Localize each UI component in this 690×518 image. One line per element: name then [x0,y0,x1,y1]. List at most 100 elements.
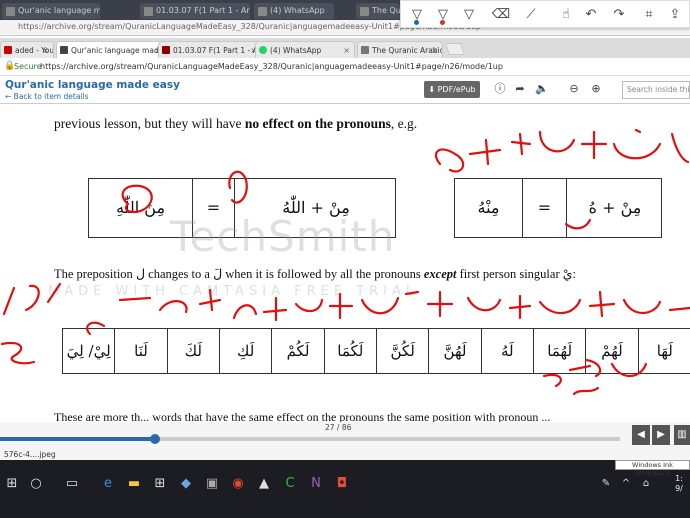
ink-stroke [538,290,616,318]
ink-stroke [580,130,608,160]
virtualbox-icon[interactable]: ◆ [176,474,196,494]
read-aloud-icon[interactable]: 🔈 [534,81,550,97]
page-slider-fill [0,437,155,441]
edge-icon[interactable]: e [98,474,118,494]
address-bar[interactable]: 🔒 Secure https://archive.org/stream/Qura… [0,58,690,76]
touch-writing-icon[interactable]: ☝ [556,6,576,24]
crop-icon[interactable]: ⌗ [639,6,659,24]
archive-icon [60,46,68,54]
page-slider[interactable] [0,434,620,444]
ink-stroke [232,296,288,322]
ink-stroke [538,130,576,153]
undo-icon[interactable]: ↶ [581,6,601,24]
tab-quranic-corpus[interactable]: The Quranic Arabic Corp...× [357,41,443,58]
tab-favicon-icon [258,7,267,16]
tab-favicon-icon [144,7,153,16]
ink-stroke [468,138,502,166]
tab-label: Qur'anic language made... [71,46,166,55]
previous-page-button[interactable]: ◀ [632,425,650,445]
share-icon[interactable]: ⇪ [665,6,685,24]
camtasia-recorder-icon[interactable]: ◘ [332,474,352,494]
zoom-in-icon[interactable]: ⊕ [588,81,604,97]
download-icon: ⬇ [428,85,438,94]
background-tab[interactable]: (4) WhatsApp [254,3,334,19]
ink-circle [121,184,153,214]
secure-label: Secure [14,62,42,71]
ink-stroke [572,386,600,396]
back-to-item-link[interactable]: ← Back to item details [5,92,89,101]
task-view-icon[interactable]: ▭ [62,474,82,494]
tab-label: The Quranic... [372,6,400,15]
tab-youtube[interactable]: aded - YouTu× [0,41,54,58]
whatsapp-icon [259,46,267,54]
ink-stroke [118,288,222,314]
ink-stroke [612,128,662,160]
background-tab[interactable]: 01.03.07 F(1 Part 1 - Arab... [140,3,250,19]
url-text[interactable]: https://archive.org/stream/QuranicLangua… [40,62,503,71]
ink-stroke [622,298,690,315]
close-icon[interactable]: × [343,42,350,58]
ink-stroke [466,294,532,320]
redo-icon[interactable]: ↷ [609,6,629,24]
background-tab[interactable]: The Quranic... [356,3,400,19]
next-page-button[interactable]: ▶ [652,425,670,445]
windows-start-icon[interactable]: ⊞ [2,474,22,494]
browser-tab-strip: aded - YouTu× Qur'anic language made...×… [0,38,690,58]
show-hidden-icons[interactable]: ^ [616,474,636,494]
new-tab-button[interactable] [444,43,466,55]
ink-stroke [2,282,62,316]
clock-time: 1: [675,474,683,483]
photos-icon[interactable]: ▲ [254,474,274,494]
ink-stroke [542,358,648,388]
ink-stroke [0,341,36,365]
tab-label: 01.03.07 F(1 Part 1 - Arab... [156,6,250,15]
book-reader-header: Qur'anic language made easy ← Back to it… [0,76,690,104]
book-page: previous lesson, but they will have no e… [0,104,690,424]
close-icon[interactable]: × [431,42,438,58]
windows-taskbar: ⊞ ○ ▭ e ▬ ⊞ ◆ ▣ ◉ ▲ C N ◘ ✎ ^ ⌂ 1: 9/ [0,460,690,518]
video-icon [162,46,170,54]
tab-label: (4) WhatsApp [270,6,325,15]
zoom-out-icon[interactable]: ⊖ [566,81,582,97]
page-slider-handle[interactable] [150,434,160,444]
ink-stroke [510,132,532,156]
share-icon[interactable]: ➦ [512,81,528,97]
store-icon[interactable]: ⊞ [150,474,170,494]
tab-label: (4) WhatsApp [270,46,322,55]
tab-arabic-lesson[interactable]: 01.03.07 F(1 Part 1 - Arab...× [158,41,262,58]
camtasia-icon[interactable]: C [280,474,300,494]
chrome-icon[interactable]: ◉ [228,474,248,494]
tab-quranic-language[interactable]: Qur'anic language made...× [56,41,166,58]
ballpoint-pen-icon[interactable]: ▽ [407,6,427,25]
network-icon[interactable]: ⌂ [636,474,656,494]
vmware-icon[interactable]: ▣ [202,474,222,494]
ink-stroke [434,148,465,173]
ruler-icon[interactable]: ⟋ [521,6,541,24]
page-indicator: 27 / 86 [325,423,352,432]
tab-favicon-icon [6,7,15,16]
eraser-icon[interactable]: ⌫ [491,6,511,24]
search-icon[interactable]: ○ [26,474,46,494]
clock-date: 9/ [675,484,683,493]
view-mode-button[interactable]: ▥ [674,425,690,445]
ink-circle [228,170,248,204]
ink-stroke [564,218,592,230]
highlighter-icon[interactable]: ▽ [459,6,479,24]
background-tab[interactable]: Qur'anic language made e... [2,3,100,19]
info-icon[interactable]: ⓘ [492,81,508,97]
pdf-epub-button[interactable]: ⬇ PDF/ePub [424,81,480,98]
tab-whatsapp[interactable]: (4) WhatsApp × [255,41,355,58]
tab-label: Qur'anic language made e... [18,6,100,15]
ink-annotations [0,128,690,396]
tab-label: 01.03.07 F(1 Part 1 - Arab... [173,46,261,55]
search-inside-input[interactable]: Search inside this book [622,81,690,99]
taskbar-clock[interactable]: 1: 9/ [668,474,690,494]
close-icon[interactable]: × [42,42,49,58]
book-title[interactable]: Qur'anic language made easy [5,79,180,91]
ink-toolbar: ▽ ▽ ▽ ⌫ ⟋ ☝ ↶ ↷ ⌗ ⇪ [400,0,690,28]
pencil-icon[interactable]: ▽ [433,6,453,25]
file-explorer-icon[interactable]: ▬ [124,474,144,494]
onenote-icon[interactable]: N [306,474,326,494]
tab-favicon-icon [360,7,369,16]
pen-icon[interactable]: ✎ [596,474,616,494]
